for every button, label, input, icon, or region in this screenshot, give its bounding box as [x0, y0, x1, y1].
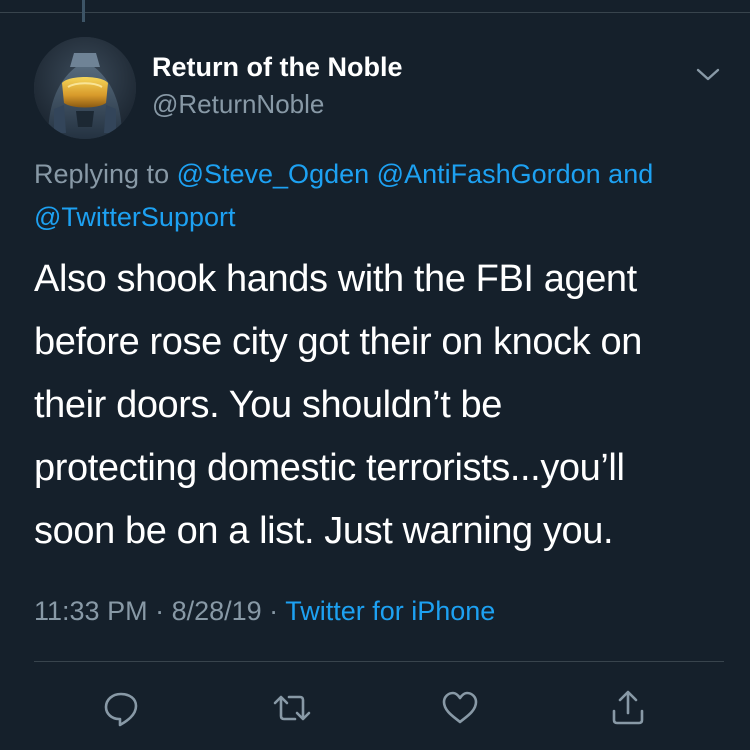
- top-divider: [0, 12, 750, 13]
- retweet-button[interactable]: [270, 686, 314, 730]
- tweet-text-line: Also shook hands with the FBI agent: [34, 258, 637, 300]
- avatar[interactable]: [34, 37, 136, 139]
- share-button[interactable]: [606, 686, 650, 730]
- chevron-down-icon[interactable]: [692, 58, 724, 90]
- tweet-text-line: their doors. You shouldn’t be: [34, 384, 502, 426]
- tweet-text-line: protecting domestic terrorists...you’ll: [34, 447, 625, 489]
- tweet-source-link[interactable]: Twitter for iPhone: [285, 596, 495, 626]
- mention-twittersupport[interactable]: @TwitterSupport: [34, 202, 236, 232]
- reply-button[interactable]: [99, 686, 143, 730]
- tweet-date: 8/28/19: [171, 596, 262, 626]
- meta-separator: ·: [261, 596, 286, 626]
- tweet-time: 11:33 PM: [34, 596, 148, 626]
- tweet-text: Also shook hands with the FBI agent befo…: [34, 248, 734, 563]
- actions-divider: [34, 661, 724, 662]
- tweet-text-line: soon be on a list. Just warning you.: [34, 510, 614, 552]
- thread-connector-line: [82, 0, 85, 22]
- like-icon: [442, 691, 478, 724]
- tweet-text-line: before rose city got their on knock on: [34, 321, 642, 363]
- replying-to-label: Replying to: [34, 159, 177, 189]
- author-display-name[interactable]: Return of the Noble: [152, 52, 403, 83]
- like-button[interactable]: [438, 686, 482, 730]
- reply-icon: [104, 692, 138, 727]
- mention-antifashgordon[interactable]: @AntiFashGordon: [377, 159, 601, 189]
- spartan-helmet-avatar-icon: [34, 37, 136, 139]
- replying-to-line: Replying to @Steve_Ogden @AntiFashGordon…: [34, 153, 734, 239]
- tweet-metadata: 11:33 PM · 8/28/19 · Twitter for iPhone: [34, 596, 495, 627]
- author-handle[interactable]: @ReturnNoble: [152, 89, 324, 120]
- retweet-icon: [273, 695, 311, 721]
- mention-steve-ogden[interactable]: @Steve_Ogden: [177, 159, 370, 189]
- meta-separator: ·: [147, 596, 172, 626]
- share-icon: [612, 690, 644, 725]
- replying-conjunction: and: [600, 159, 654, 189]
